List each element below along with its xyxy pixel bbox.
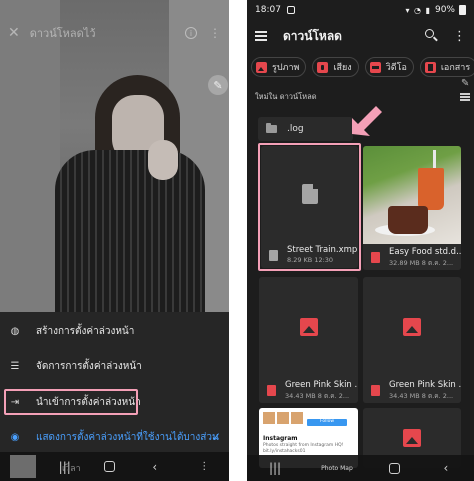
preview-photo <box>0 0 229 312</box>
category-chips: รูปภาพ เสียง วิดีโอ เอกสาร <box>251 57 474 77</box>
overflow-icon[interactable]: ⋮ <box>194 461 214 472</box>
chip-video[interactable]: วิดีโอ <box>364 57 414 77</box>
image-small-icon <box>371 385 380 396</box>
folder-icon <box>266 123 277 133</box>
chip-label: เสียง <box>333 63 352 73</box>
file-thumbnail <box>259 277 358 377</box>
ig-follow-button: Follow <box>307 419 347 426</box>
image-small-icon <box>267 385 276 396</box>
image-placeholder-icon <box>299 318 318 336</box>
ig-line-2: bit.ly/instahacks01 <box>263 449 306 454</box>
chip-documents[interactable]: เอกสาร <box>419 57 474 77</box>
menu-item-label: สร้างการตั้งค่าล่วงหน้า <box>36 325 135 337</box>
edit-pencil-button[interactable]: ✎ <box>208 75 228 95</box>
image-small-icon <box>371 252 380 263</box>
audio-icon <box>317 61 329 73</box>
left-navigation-bar: เวิลา ||| ‹ ⋮ <box>0 452 229 481</box>
document-icon <box>424 61 436 73</box>
page-title: ดาวน์โหลด <box>283 28 342 43</box>
photo-cake <box>388 206 428 234</box>
photo-drink-glass <box>418 168 444 210</box>
menu-item-label: แสดงการตั้งค่าล่วงหน้าที่ใช้งานได้บางส่ว… <box>36 431 219 443</box>
folder-item[interactable]: .log <box>258 117 353 141</box>
recents-icon[interactable]: ||| <box>265 461 285 475</box>
close-icon[interactable]: ✕ <box>8 25 20 41</box>
preset-thumbnail[interactable] <box>10 455 36 478</box>
battery-percent: 90% <box>434 5 455 15</box>
palette-add-icon: ◍ <box>10 325 20 337</box>
folder-name: .log <box>287 124 304 134</box>
food-photo-thumbnail <box>363 146 461 244</box>
chip-label: เอกสาร <box>440 63 471 73</box>
info-icon[interactable]: i <box>185 27 197 39</box>
photo-background-left <box>0 0 60 312</box>
app-bar: ดาวน์โหลด ⋮ <box>247 22 474 50</box>
ig-title: Instagram <box>263 435 298 442</box>
file-thumbnail <box>363 277 461 377</box>
file-meta: 34.43 MB 8 ต.ค. 2... <box>389 392 454 400</box>
more-options-icon[interactable]: ⋮ <box>453 29 466 44</box>
list-view-icon[interactable] <box>460 92 470 103</box>
checkmark-icon: ✓ <box>210 430 221 444</box>
chip-images[interactable]: รูปภาพ <box>251 57 307 77</box>
file-card-green-pink-2[interactable]: Green Pink Skin ... 34.43 MB 8 ต.ค. 2... <box>363 277 461 403</box>
home-icon[interactable] <box>104 461 116 472</box>
file-footer: Easy Food std.d... 32.89 MB 8 ต.ค. 2... <box>363 244 461 270</box>
file-meta: 34.43 MB 8 ต.ค. 2... <box>285 392 350 400</box>
section-header: ใหม่ใน ดาวน์โหลด <box>255 90 470 104</box>
instagram-notification-icon <box>286 6 295 14</box>
pointer-arrow-icon <box>352 106 382 136</box>
list-manage-icon: ☰ <box>10 360 20 372</box>
highlight-box-import <box>4 389 138 415</box>
search-icon[interactable] <box>425 29 439 43</box>
section-label: ใหม่ใน ดาวน์โหลด <box>255 92 317 101</box>
battery-icon <box>459 5 466 15</box>
home-icon[interactable] <box>388 462 400 474</box>
file-name: Easy Food std.d... <box>389 247 461 257</box>
nav-thumb-label: เวิลา <box>62 464 81 474</box>
image-icon <box>256 61 267 73</box>
preset-menu: ◍ สร้างการตั้งค่าล่วงหน้า ☰ จัดการการตั้… <box>0 312 229 452</box>
back-icon[interactable]: ‹ <box>436 461 456 475</box>
menu-item-manage-presets[interactable]: ☰ จัดการการตั้งค่าล่วงหน้า <box>0 353 229 379</box>
ig-line-1: Photos straight from Instagram HQ! <box>263 443 344 448</box>
menu-icon[interactable] <box>255 29 267 43</box>
file-name: Green Pink Skin ... <box>285 380 358 390</box>
highlight-box-xmp <box>258 143 361 271</box>
menu-item-label: จัดการการตั้งค่าล่วงหน้า <box>36 360 142 372</box>
back-icon[interactable]: ‹ <box>145 460 165 474</box>
photo-person-body <box>55 150 205 312</box>
photo-map-label: Photo Map <box>321 464 353 472</box>
image-placeholder-icon <box>403 429 421 447</box>
file-meta: 32.89 MB 8 ต.ค. 2... <box>389 259 454 267</box>
menu-item-create-preset[interactable]: ◍ สร้างการตั้งค่าล่วงหน้า <box>0 318 229 344</box>
video-icon <box>369 61 381 73</box>
chip-label: วิดีโอ <box>385 63 407 73</box>
status-time: 18:07 <box>255 5 281 15</box>
right-navigation-bar: ||| Photo Map ‹ <box>247 455 474 481</box>
chip-label: รูปภาพ <box>272 63 300 73</box>
right-phone-screen: 18:07 ▾ ◔ ▮ 90% ดาวน์โหลด ⋮ รูปภาพ เสียง… <box>247 0 474 481</box>
file-footer: Green Pink Skin ... 34.43 MB 8 ต.ค. 2... <box>363 377 461 403</box>
left-phone-screen: ✕ ดาวน์โหลดไว้ i ⋮ ✎ ◍ สร้างการตั้งค่าล่… <box>0 0 229 481</box>
left-top-bar: ✕ ดาวน์โหลดไว้ i ⋮ <box>0 20 229 46</box>
image-placeholder-icon <box>403 318 421 336</box>
more-icon[interactable]: ⋮ <box>209 26 221 40</box>
chip-audio[interactable]: เสียง <box>312 57 359 77</box>
photo-person-hand <box>148 140 178 180</box>
file-card-food[interactable]: Easy Food std.d... 32.89 MB 8 ต.ค. 2... <box>363 146 461 270</box>
ig-photo-row <box>263 412 303 424</box>
menu-item-show-partial-presets[interactable]: ◉ แสดงการตั้งค่าล่วงหน้าที่ใช้งานได้บางส… <box>0 424 229 450</box>
left-screen-title: ดาวน์โหลดไว้ <box>29 27 96 40</box>
signal-icons: ▾ ◔ ▮ <box>405 5 431 15</box>
status-bar: 18:07 ▾ ◔ ▮ 90% <box>247 0 474 20</box>
eye-icon: ◉ <box>10 431 20 443</box>
file-footer: Green Pink Skin ... 34.43 MB 8 ต.ค. 2... <box>259 377 358 403</box>
file-card-green-pink-1[interactable]: Green Pink Skin ... 34.43 MB 8 ต.ค. 2... <box>259 277 358 403</box>
file-name: Green Pink Skin ... <box>389 380 461 390</box>
